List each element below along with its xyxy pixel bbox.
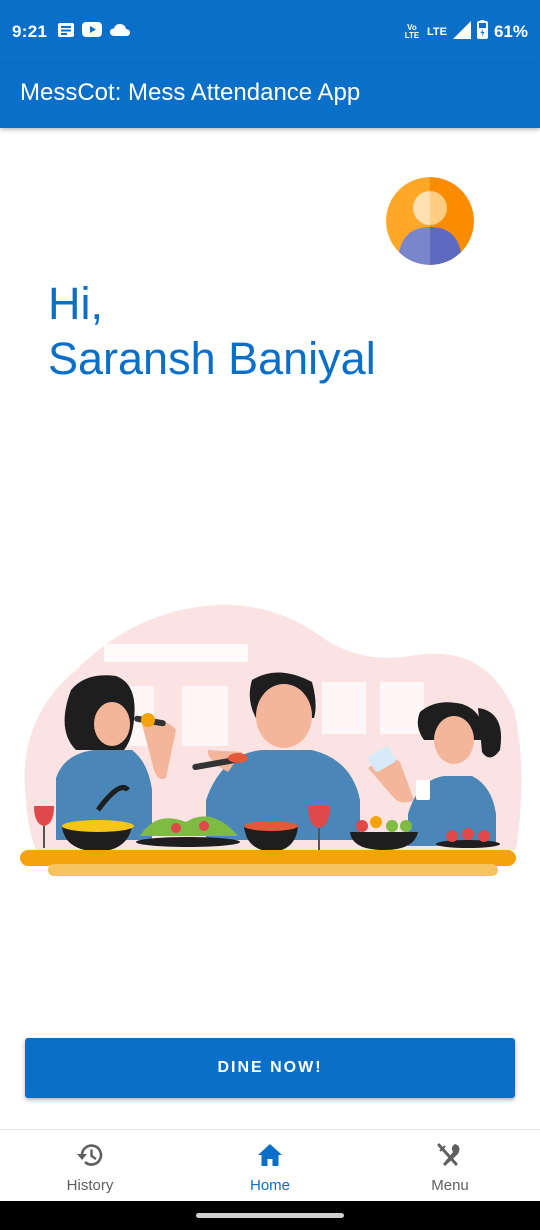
system-navigation-bar [0, 1201, 540, 1230]
bottom-navigation: History Home Menu [0, 1129, 540, 1201]
nav-item-menu[interactable]: Menu [360, 1130, 540, 1201]
status-time: 9:21 [12, 22, 48, 41]
avatar-icon [386, 177, 474, 265]
status-bar: 9:21 Vo LTE LTE 61% [0, 0, 540, 64]
dining-illustration [16, 600, 524, 885]
system-icons: Vo LTE LTE 61% [403, 20, 528, 44]
nav-label-menu: Menu [431, 1177, 469, 1194]
app-title: MessCot: Mess Attendance App [20, 79, 361, 106]
nav-item-home[interactable]: Home [180, 1130, 360, 1201]
battery-icon [476, 20, 488, 44]
cloud-icon [110, 23, 130, 42]
restaurant-menu-icon [436, 1142, 464, 1173]
youtube-icon [82, 22, 102, 42]
battery-level: 61% [493, 22, 528, 41]
network-type: LTE [427, 26, 447, 38]
gesture-handle[interactable] [196, 1213, 344, 1218]
app-bar: MessCot: Mess Attendance App [0, 64, 540, 128]
signal-icon [452, 20, 471, 44]
nav-item-history[interactable]: History [0, 1130, 180, 1201]
message-icon [58, 22, 74, 42]
greeting: Hi, Saransh Baniyal [48, 276, 376, 386]
nav-label-history: History [66, 1177, 114, 1194]
volte-icon: Vo LTE [403, 24, 421, 40]
history-icon [76, 1142, 104, 1173]
greeting-hi: Hi, [48, 278, 103, 329]
volte-label: Vo LTE [404, 23, 420, 40]
notification-icons [58, 22, 130, 42]
dine-now-button[interactable]: DINE NOW! [25, 1038, 515, 1098]
profile-avatar[interactable] [386, 177, 474, 265]
nav-label-home: Home [249, 1177, 290, 1194]
home-icon [256, 1142, 284, 1173]
user-name: Saransh Baniyal [48, 333, 376, 384]
